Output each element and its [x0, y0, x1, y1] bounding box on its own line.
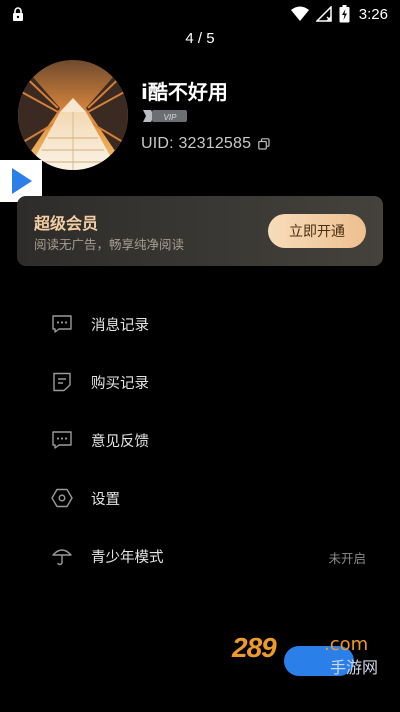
- menu-item-purchases[interactable]: 购买记录: [0, 353, 400, 411]
- vip-badge-label: VIP: [164, 113, 178, 122]
- wifi-icon: [290, 6, 309, 21]
- watermark-logo: 289 .com 手游网: [232, 632, 392, 678]
- menu-item-messages[interactable]: 消息记录: [0, 295, 400, 353]
- menu-label: 设置: [91, 492, 120, 508]
- menu-label: 青少年模式: [91, 550, 164, 566]
- settings-icon: [51, 488, 73, 508]
- umbrella-icon: [52, 549, 72, 566]
- vip-card-description: 阅读无广告，畅享纯净阅读: [34, 237, 185, 252]
- menu-item-settings[interactable]: 设置: [0, 469, 400, 527]
- teen-mode-status: 未开启: [328, 551, 366, 566]
- menu-label: 购买记录: [91, 376, 149, 392]
- watermark-sub: 手游网: [330, 658, 379, 677]
- menu-item-feedback[interactable]: 意见反馈: [0, 411, 400, 469]
- menu-item-teen-mode[interactable]: 青少年模式 未开启: [0, 527, 400, 585]
- vip-card[interactable]: 超级会员 阅读无广告，畅享纯净阅读 立即开通: [17, 196, 383, 266]
- menu-label: 意见反馈: [91, 434, 149, 450]
- feedback-icon: [52, 431, 72, 449]
- vip-badge: VIP: [143, 110, 187, 122]
- uid-row: UID: 32312585: [141, 135, 270, 153]
- lock-icon: [13, 7, 23, 21]
- avatar[interactable]: [18, 60, 128, 170]
- status-bar: 3:26: [0, 0, 400, 28]
- signal-icon: [315, 6, 332, 22]
- page-indicator: 4 / 5: [185, 30, 215, 47]
- purchase-record-icon: [53, 372, 71, 392]
- uid-text: UID: 32312585: [141, 135, 252, 152]
- username: i酷不好用: [141, 80, 228, 104]
- vip-card-title: 超级会员: [34, 214, 99, 233]
- message-icon: [52, 315, 72, 333]
- watermark-domain: .com: [324, 634, 369, 655]
- copy-icon[interactable]: [258, 138, 270, 150]
- watermark-text: 289: [232, 632, 277, 663]
- open-vip-button[interactable]: 立即开通: [268, 214, 366, 248]
- status-time: 3:26: [358, 5, 388, 23]
- menu-label: 消息记录: [91, 318, 149, 334]
- battery-charging-icon: [339, 5, 350, 23]
- menu-list: 消息记录 购买记录 意见反馈 设置 青少年模式 未开启: [0, 295, 400, 585]
